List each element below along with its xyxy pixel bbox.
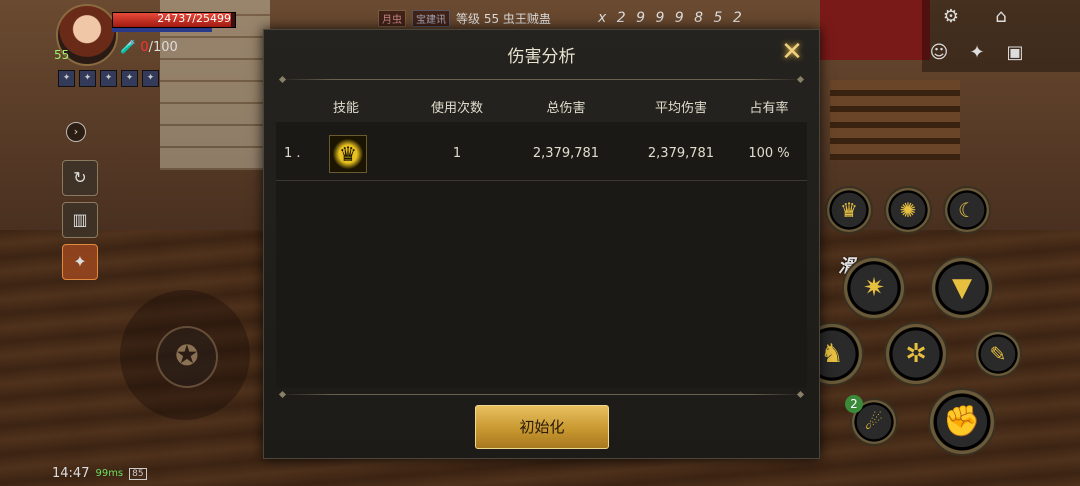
hp-bar: 24737/25499 (112, 12, 236, 28)
title-tag: 宝建讯 (412, 10, 450, 27)
bag-icon[interactable]: ▣ (1002, 40, 1028, 66)
row-total: 2,379,781 (532, 146, 600, 161)
skill-wolf-button[interactable]: ☾ (943, 186, 991, 234)
charge-badge: 2 (845, 395, 863, 413)
home-icon[interactable]: ⌂ (988, 4, 1014, 30)
level-text: 等级 55 虫王贼蛊 (456, 12, 551, 26)
fatigue-counter: 🧪 0/100 (120, 40, 178, 55)
player-level: 55 (54, 48, 70, 62)
col-uses: 使用次数 (430, 101, 483, 116)
col-average: 平均伤害 (654, 101, 707, 116)
buff-icon: ✦ (121, 70, 138, 87)
table-row[interactable]: 1 . ♛ 1 2,379,781 2,379,781 100 % (276, 128, 807, 181)
top-divider (280, 79, 803, 80)
gear-icon[interactable]: ⚙ (938, 4, 964, 30)
skill-lion-button[interactable]: ♛ (825, 186, 873, 234)
attack-fist-button[interactable]: ✊ (928, 388, 996, 456)
refresh-button[interactable]: ↻ (62, 160, 98, 196)
status-bar: 14:47 99ms 85 (52, 466, 147, 481)
col-total: 总伤害 (546, 101, 586, 116)
close-icon[interactable]: ✕ (779, 39, 805, 66)
expand-arrow-icon[interactable]: › (66, 122, 86, 142)
pet-icon[interactable]: ☺ (926, 40, 952, 66)
mp-bar (112, 28, 212, 32)
ping: 99ms (95, 468, 124, 479)
skill-kick-button[interactable]: ✎ (974, 330, 1022, 378)
combo-counter: x 2 9 9 9 8 5 2 (598, 10, 745, 26)
table-header: 技能 使用次数 总伤害 平均伤害 占有率 (276, 88, 807, 122)
row-uses: 1 (452, 146, 462, 161)
row-average: 2,379,781 (647, 146, 715, 161)
damage-table: 技能 使用次数 总伤害 平均伤害 占有率 1 . ♛ 1 2,379,781 2… (276, 88, 807, 388)
skill-impact-button[interactable]: ▼ (930, 256, 994, 320)
battery: 85 (129, 467, 147, 480)
damage-analysis-dialog: 伤害分析 ✕ 技能 使用次数 总伤害 平均伤害 占有率 1 . ♛ 1 2,37… (263, 29, 820, 459)
col-skill: 技能 (332, 101, 359, 116)
fatigue-max: /100 (148, 40, 178, 55)
compass-icon[interactable]: ✦ (964, 40, 990, 66)
top-right-menu: ⚙ ⌂ ☺ ✦ ▣ (922, 0, 1080, 72)
potion-icon: 🧪 (120, 40, 137, 55)
col-share: 占有率 (749, 101, 789, 116)
damage-stats-button[interactable]: ▥ (62, 202, 98, 238)
fatigue-current: 0 (140, 40, 149, 55)
dojo-stairs (830, 80, 960, 160)
bottom-divider (280, 394, 803, 395)
clock: 14:47 (52, 466, 90, 481)
skill-ground-crack-button[interactable]: ✷ (842, 256, 906, 320)
skill-settings-button[interactable]: ✦ (62, 244, 98, 280)
buff-icon: ✦ (142, 70, 159, 87)
buff-icon: ✦ (58, 70, 75, 87)
lion-roar-icon: ♛ (329, 135, 367, 173)
skill-guard-button[interactable]: ✺ (884, 186, 932, 234)
row-share: 100 % (748, 146, 790, 161)
dialog-title: 伤害分析 (507, 47, 576, 67)
guild-tag: 月虫 (378, 10, 406, 27)
buff-bar: ✦ ✦ ✦ ✦ ✦ (58, 70, 159, 87)
joystick-knob[interactable]: ✪ (156, 326, 218, 388)
skill-spin-button[interactable]: ✲ (884, 322, 948, 386)
top-info: 月虫 宝建讯 等级 55 虫王贼蛊 (378, 10, 551, 27)
red-banner (820, 0, 930, 60)
reset-button[interactable]: 初始化 (475, 405, 609, 449)
buff-icon: ✦ (79, 70, 96, 87)
row-index: 1 . (284, 146, 301, 161)
buff-icon: ✦ (100, 70, 117, 87)
hp-text: 24737/25499 (157, 12, 231, 25)
